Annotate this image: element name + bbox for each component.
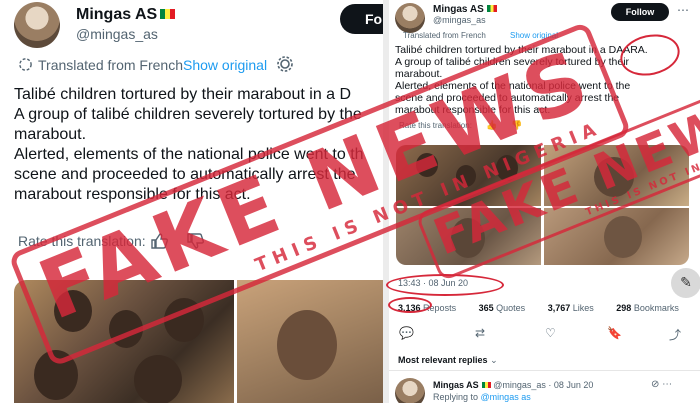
replying-to-line: Replying to @mingas as: [433, 392, 531, 402]
divider: [389, 370, 700, 371]
highlight-circle-date: [386, 274, 504, 296]
replies-sort-dropdown[interactable]: Most relevant replies ⌄: [398, 355, 498, 366]
highlight-circle-reposts: [388, 297, 432, 313]
author-name[interactable]: Mingas AS: [76, 6, 176, 24]
reply-author-name[interactable]: Mingas AS: [433, 380, 479, 390]
like-icon[interactable]: ♡: [545, 326, 556, 340]
tweet-line: Talibé children tortured by their marabo…: [14, 86, 352, 103]
show-original-link[interactable]: Show original: [183, 57, 267, 73]
bookmarks-stat[interactable]: 298 Bookmarks: [616, 303, 689, 313]
likes-count: 3,767: [547, 303, 571, 313]
likes-label: Likes: [572, 303, 594, 313]
author-name[interactable]: Mingas AS: [433, 4, 497, 15]
replies-sort-label: Most relevant replies: [398, 355, 488, 365]
share-icon[interactable]: ⤴: [669, 326, 681, 343]
gear-icon[interactable]: [276, 55, 294, 73]
bookmark-icon[interactable]: 🔖: [607, 326, 622, 340]
replying-to-handle[interactable]: @mingas as: [481, 392, 531, 402]
author-handle[interactable]: @mingas_as: [433, 15, 486, 25]
author-avatar[interactable]: [395, 3, 425, 33]
quotes-count: 365: [478, 303, 494, 313]
author-name-text: Mingas AS: [76, 6, 158, 23]
author-handle[interactable]: @mingas_as: [76, 26, 158, 42]
senegal-flag-icon: [486, 5, 497, 12]
compose-post-button[interactable]: ✎: [671, 268, 700, 298]
bookmarks-label: Bookmarks: [633, 303, 679, 313]
author-name-text: Mingas AS: [433, 4, 484, 15]
tweet-action-bar: 💬 ⇄ ♡ 🔖 ⤴: [397, 326, 687, 342]
follow-button[interactable]: Follow: [611, 3, 669, 21]
replying-to-prefix: Replying to: [433, 392, 479, 402]
likes-stat[interactable]: 3,767 Likes: [548, 303, 604, 313]
bookmarks-count: 298: [616, 303, 632, 313]
author-avatar[interactable]: [14, 2, 60, 48]
more-options-icon[interactable]: ⋯: [677, 3, 689, 17]
chevron-down-icon: ⌄: [490, 355, 498, 365]
senegal-flag-icon: [160, 9, 176, 19]
translated-from-label: Translated from French: [38, 57, 183, 73]
reply-handle-date: @mingas_as · 08 Jun 20: [493, 380, 594, 390]
reply-header: Mingas AS @mingas_as · 08 Jun 20: [433, 380, 593, 390]
reply-author-avatar[interactable]: [395, 378, 425, 403]
grok-icon[interactable]: ⊘ ⋯: [651, 379, 672, 390]
quotes-label: Quotes: [496, 303, 526, 313]
translated-from-label: Translated from French: [403, 31, 486, 40]
tweet-stats: 3,136 Reposts 365 Quotes 3,767 Likes 298…: [398, 303, 699, 313]
quotes-stat[interactable]: 365 Quotes: [479, 303, 536, 313]
senegal-flag-icon: [481, 382, 491, 388]
tweet-line: A group of talibé children severely tort…: [14, 106, 362, 123]
translate-icon: [19, 58, 32, 71]
tweet-photo[interactable]: [237, 280, 383, 403]
repost-icon[interactable]: ⇄: [475, 326, 485, 340]
follow-button[interactable]: Fol: [340, 4, 383, 34]
reply-icon[interactable]: 💬: [399, 326, 414, 340]
